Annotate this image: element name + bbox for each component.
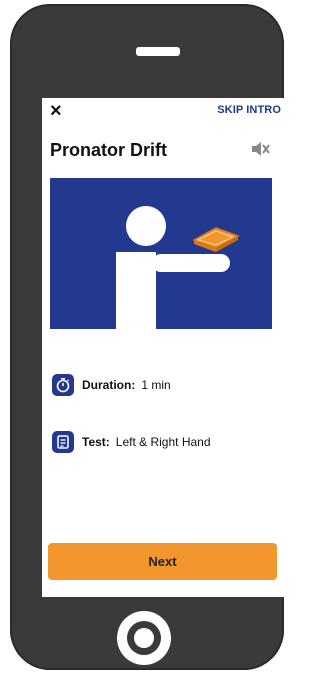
home-button-ring [127,621,161,655]
next-button[interactable]: Next [48,543,277,580]
phone-frame: × SKIP INTRO Pronator Drift Duration: 1 … [10,4,289,670]
speaker-slot [136,47,180,56]
test-value: Left & Right Hand [115,435,211,449]
test-row: Test: Left & Right Hand [52,431,211,453]
figure-arm [152,254,230,272]
home-button-center [134,628,154,648]
test-checklist-icon [52,431,74,453]
skip-intro-button[interactable]: SKIP INTRO [217,104,281,116]
duration-value: 1 min [141,378,171,392]
timer-icon [52,374,74,396]
home-button-icon[interactable] [117,611,171,665]
phone-on-hand-icon [192,227,240,252]
figure-head [126,206,166,246]
pronator-drift-illustration [116,206,240,329]
test-label: Test: [82,435,110,449]
duration-label: Duration: [82,378,136,392]
page-title: Pronator Drift [50,140,167,160]
screen: × SKIP INTRO Pronator Drift Duration: 1 … [42,98,289,597]
figure-body [116,252,156,329]
duration-row: Duration: 1 min [52,374,171,396]
illustration-panel [50,178,272,329]
mute-speaker-icon[interactable] [249,138,271,160]
close-button[interactable]: × [50,100,62,122]
